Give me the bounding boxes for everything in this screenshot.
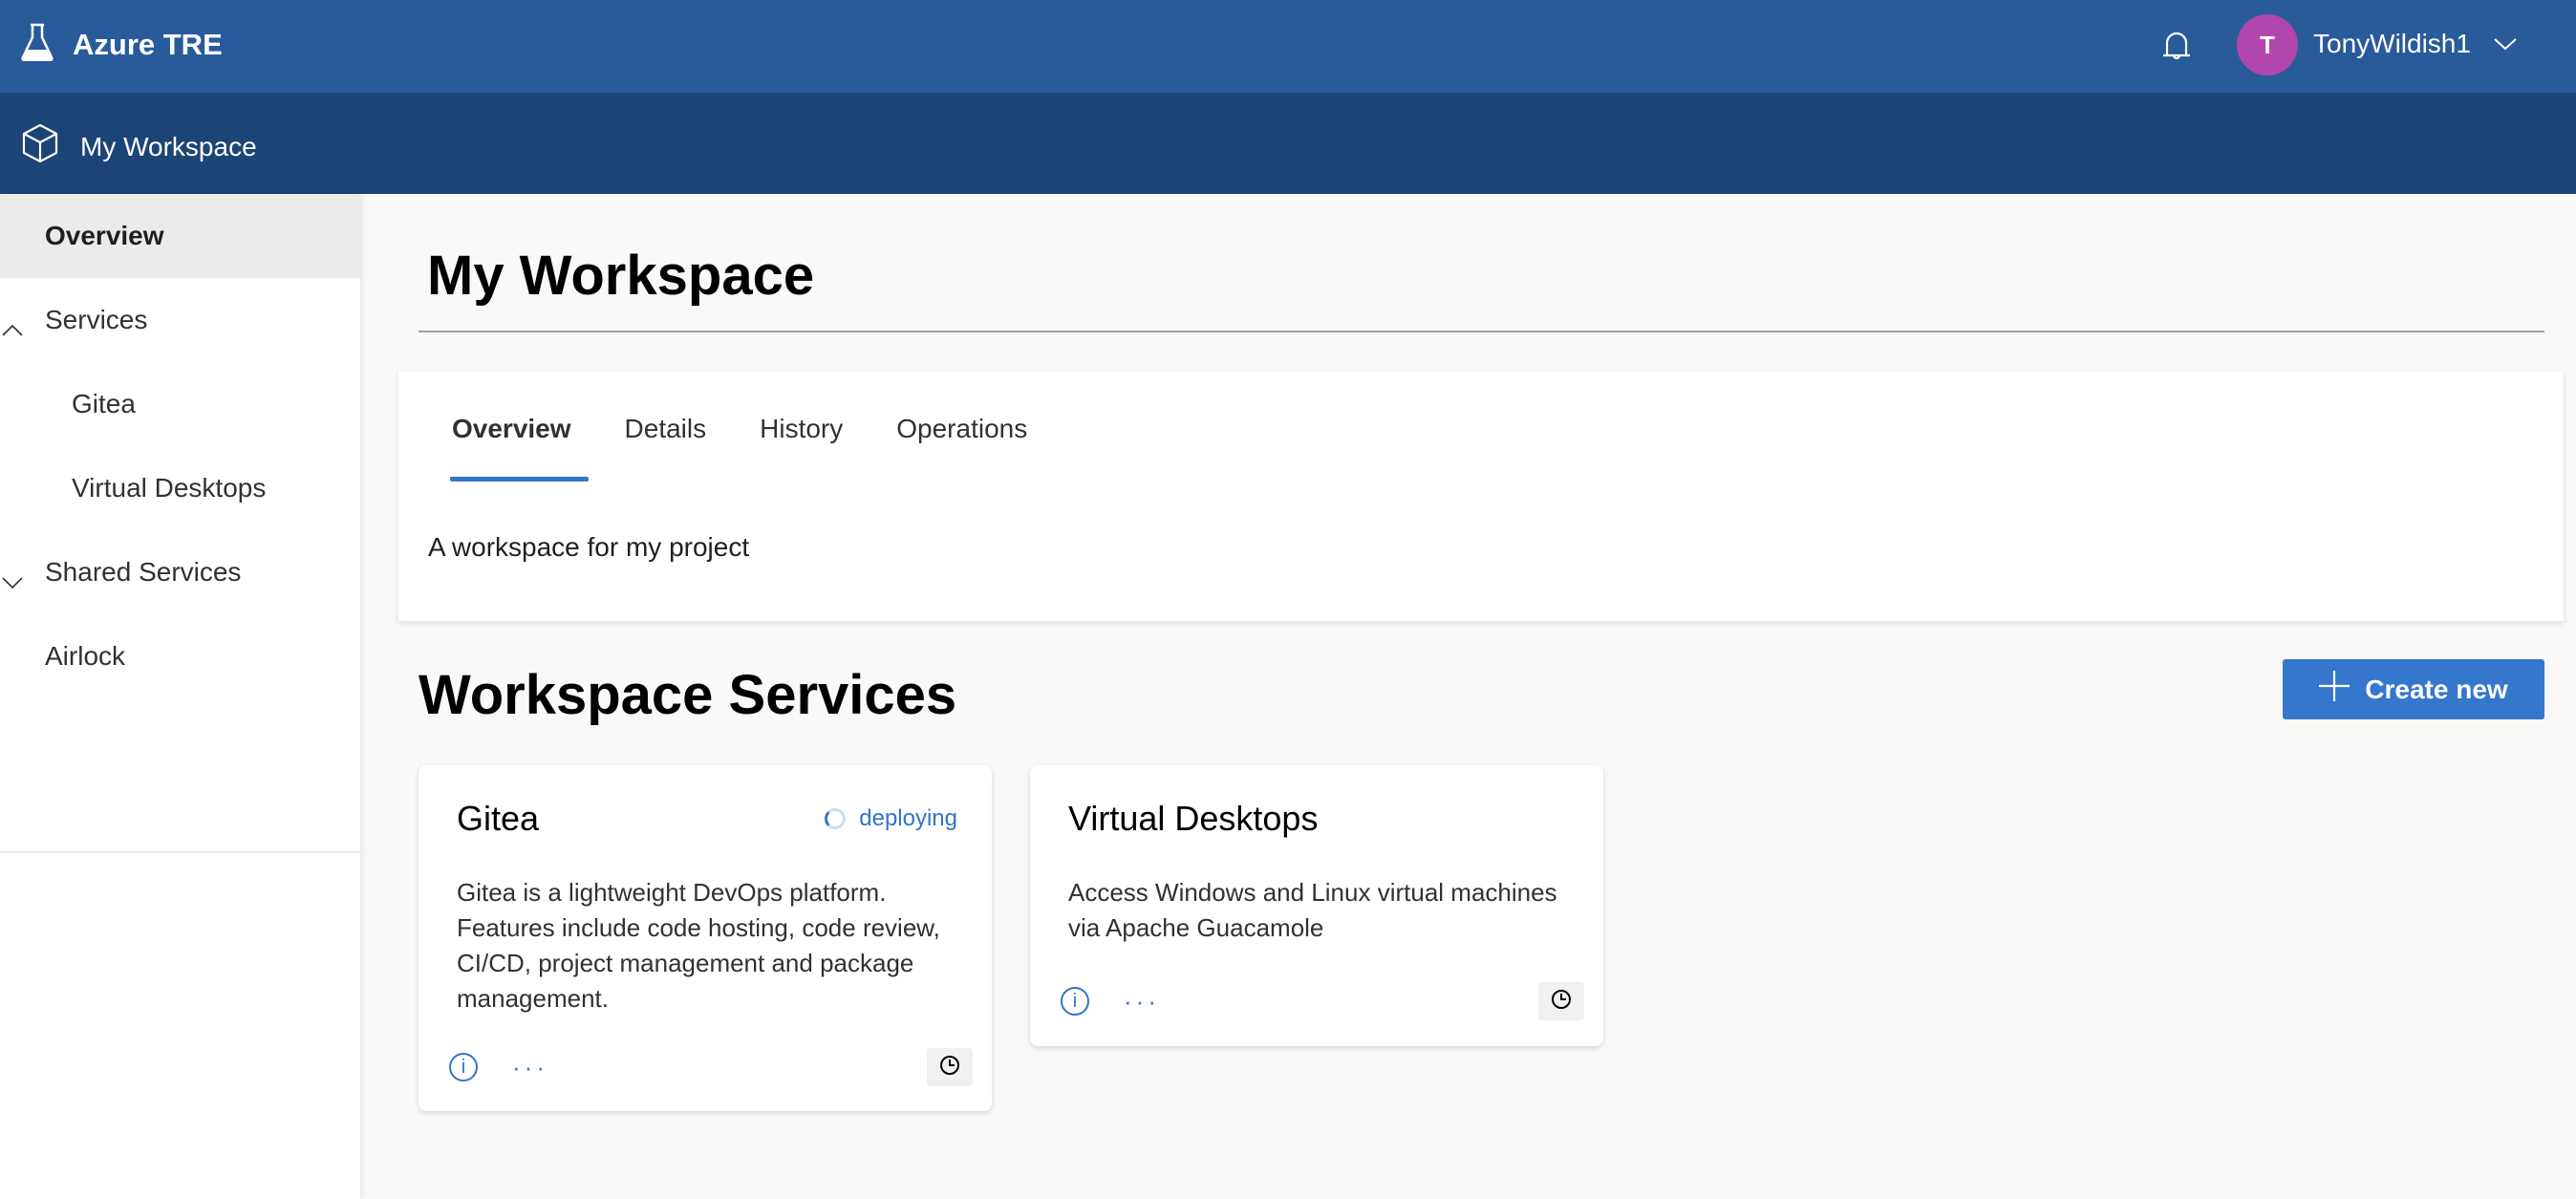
history-button[interactable] <box>927 1048 973 1086</box>
brand[interactable]: Azure TRE <box>21 23 223 66</box>
sidebar-item-overview[interactable]: Overview <box>0 194 360 278</box>
sidebar-item-services[interactable]: Services <box>0 278 360 362</box>
avatar[interactable]: T <box>2237 14 2298 75</box>
tab-history[interactable]: History <box>742 414 860 460</box>
bell-icon[interactable] <box>2157 27 2196 65</box>
history-button[interactable] <box>1538 982 1584 1020</box>
tab-list: Overview Details History Operations <box>433 414 1063 482</box>
workspace-bar: My Workspace <box>0 93 2576 194</box>
service-description: Access Windows and Linux virtual machine… <box>1068 878 1557 942</box>
workspace-name: My Workspace <box>80 131 257 161</box>
workspace-link[interactable]: My Workspace <box>21 123 257 170</box>
overview-card: Overview Details History Operations A wo… <box>398 372 2564 621</box>
card-footer: i ··· <box>449 1048 973 1086</box>
sidebar-item-label: Airlock <box>45 641 126 671</box>
user-name[interactable]: TonyWildish1 <box>2313 29 2471 59</box>
clock-icon <box>1551 989 1572 1015</box>
sidebar-item-airlock[interactable]: Airlock <box>0 614 360 698</box>
service-title: Virtual Desktops <box>1068 799 1319 838</box>
service-description: Gitea is a lightweight DevOps platform. … <box>457 878 940 1013</box>
more-icon[interactable]: ··· <box>1124 989 1160 1014</box>
tab-overview[interactable]: Overview <box>433 414 589 482</box>
status-text: deploying <box>859 805 957 831</box>
top-bar: Azure TRE T TonyWildish1 <box>0 0 2576 93</box>
status-badge: deploying <box>825 805 957 832</box>
spinner-icon <box>825 808 847 829</box>
sidebar-item-shared-services[interactable]: Shared Services <box>0 530 360 614</box>
clock-icon <box>939 1055 960 1081</box>
sidebar-item-label: Virtual Desktops <box>72 473 267 503</box>
sidebar-item-label: Services <box>45 305 148 334</box>
sidebar-item-label: Shared Services <box>45 557 242 587</box>
sidebar-item-gitea[interactable]: Gitea <box>0 362 360 446</box>
workspace-description: A workspace for my project <box>428 532 750 562</box>
sidebar-item-label: Overview <box>45 221 164 250</box>
sidebar-nav: Overview Services Gitea Virtual Desktops… <box>0 194 360 853</box>
chevron-down-icon[interactable] <box>2492 34 2519 54</box>
flask-icon <box>21 23 54 66</box>
section-title: Workspace Services <box>419 664 957 726</box>
create-new-button[interactable]: Create new <box>2283 659 2544 719</box>
plus-icon <box>2319 671 2351 708</box>
service-card-virtual-desktops[interactable]: Virtual Desktops Access Windows and Linu… <box>1030 765 1603 1046</box>
chevron-up-icon[interactable] <box>2 313 23 336</box>
create-new-label: Create new <box>2365 674 2508 704</box>
tab-details[interactable]: Details <box>608 414 724 460</box>
info-icon[interactable]: i <box>1061 987 1089 1016</box>
info-icon[interactable]: i <box>449 1053 478 1081</box>
chevron-down-icon[interactable] <box>2 566 23 589</box>
sidebar: Overview Services Gitea Virtual Desktops… <box>0 194 360 1199</box>
tab-operations[interactable]: Operations <box>879 414 1044 460</box>
service-card-gitea[interactable]: Gitea deploying Gitea is a lightweight D… <box>419 765 992 1111</box>
more-icon[interactable]: ··· <box>512 1055 548 1080</box>
service-title: Gitea <box>457 799 540 838</box>
title-divider <box>419 331 2544 332</box>
app-title: Azure TRE <box>73 27 223 61</box>
page-title: My Workspace <box>427 245 815 307</box>
card-footer: i ··· <box>1061 982 1584 1020</box>
cube-icon <box>21 123 59 170</box>
sidebar-item-virtual-desktops[interactable]: Virtual Desktops <box>0 446 360 530</box>
sidebar-item-label: Gitea <box>72 389 136 418</box>
